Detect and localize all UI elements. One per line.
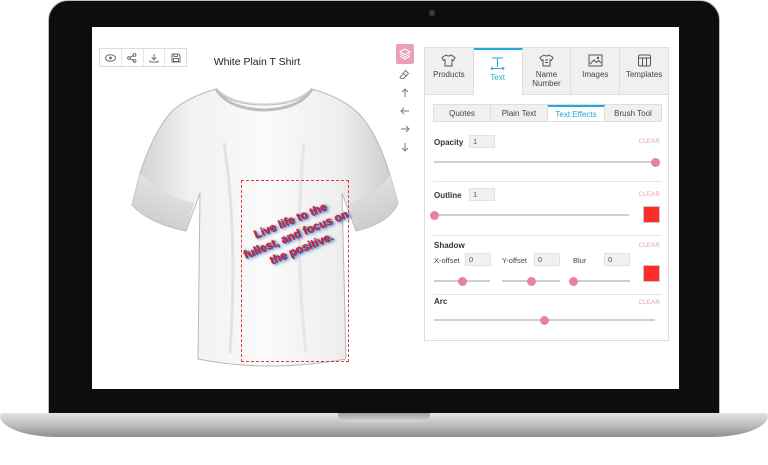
outline-input[interactable]: 1 [469,188,495,201]
blur-slider-handle[interactable] [568,276,578,286]
arrow-left-icon[interactable] [396,103,414,118]
y-offset-input[interactable]: 0 [534,253,560,266]
subtab-text-effects[interactable]: Text Effects [548,105,605,121]
subtab-quotes[interactable]: Quotes [434,105,491,121]
tab-templates-label: Templates [625,70,663,79]
eraser-icon[interactable] [396,67,414,82]
shadow-label: Shadow [434,241,465,250]
opacity-slider[interactable] [434,157,660,167]
design-canvas[interactable]: Live life to the fullest, and focus on t… [128,83,400,375]
tshirt-number-icon [539,54,554,67]
arrow-right-icon[interactable] [396,121,414,136]
arc-clear-button[interactable]: CLEAR [638,300,660,306]
outline-label: Outline [434,191,462,200]
layers-icon[interactable] [395,44,414,64]
templates-icon [637,54,651,67]
x-offset-input[interactable]: 0 [465,253,491,266]
opacity-label: Opacity [434,138,464,147]
camera [429,10,435,16]
arc-slider[interactable] [434,315,655,325]
tools-panel: Products Text Name Number Images Templat… [424,47,669,341]
main-tabs: Products Text Name Number Images Templat… [425,48,668,95]
x-offset-slider-handle[interactable] [457,276,467,286]
tab-images-label: Images [582,70,609,79]
image-icon [588,54,603,67]
tab-products[interactable]: Products [425,48,474,94]
side-tools [395,44,414,154]
app-screen: White Plain T Shirt Live life to the ful… [92,27,679,389]
outline-color-swatch[interactable] [643,206,660,223]
x-offset-label: X-offset [434,256,460,265]
arc-slider-handle[interactable] [540,315,549,325]
arrow-up-icon[interactable] [396,85,414,100]
canvas-toolbar [99,48,187,67]
tab-text-label: Text [490,73,506,82]
outline-slider-handle[interactable] [429,210,439,220]
tab-text[interactable]: Text [473,48,523,95]
divider [433,181,662,182]
text-icon [490,57,505,70]
blur-label: Blur [573,256,587,265]
opacity-slider-handle[interactable] [650,157,660,167]
blur-input[interactable]: 0 [604,253,630,266]
divider [433,235,662,236]
x-offset-slider[interactable] [434,276,490,286]
shadow-clear-button[interactable]: CLEAR [638,243,660,249]
y-offset-slider-handle[interactable] [526,276,536,286]
shadow-color-swatch[interactable] [643,265,660,282]
blur-slider[interactable] [568,276,630,286]
y-offset-label: Y-offset [502,256,528,265]
tab-name-number-label: Name Number [532,70,561,88]
text-sub-tabs: Quotes Plain Text Text Effects Brush Too… [433,104,662,122]
arc-label: Arc [434,297,448,306]
y-offset-slider[interactable] [502,276,560,286]
outline-clear-button[interactable]: CLEAR [638,192,660,198]
subtab-brush-tool[interactable]: Brush Tool [605,105,661,121]
tab-templates[interactable]: Templates [620,48,668,94]
eye-icon[interactable] [100,49,122,66]
laptop-notch [338,413,430,422]
product-title: White Plain T Shirt [213,56,301,68]
outline-slider[interactable] [429,210,629,220]
opacity-clear-button[interactable]: CLEAR [638,139,660,145]
arrow-down-icon[interactable] [396,139,414,154]
tab-images[interactable]: Images [571,48,621,94]
share-icon[interactable] [122,49,144,66]
download-icon[interactable] [144,49,166,66]
subtab-plain-text[interactable]: Plain Text [491,105,548,121]
opacity-input[interactable]: 1 [469,135,495,148]
tab-products-label: Products [433,70,465,79]
tshirt-icon [441,54,457,67]
tab-name-number[interactable]: Name Number [522,48,572,94]
divider [433,294,662,295]
